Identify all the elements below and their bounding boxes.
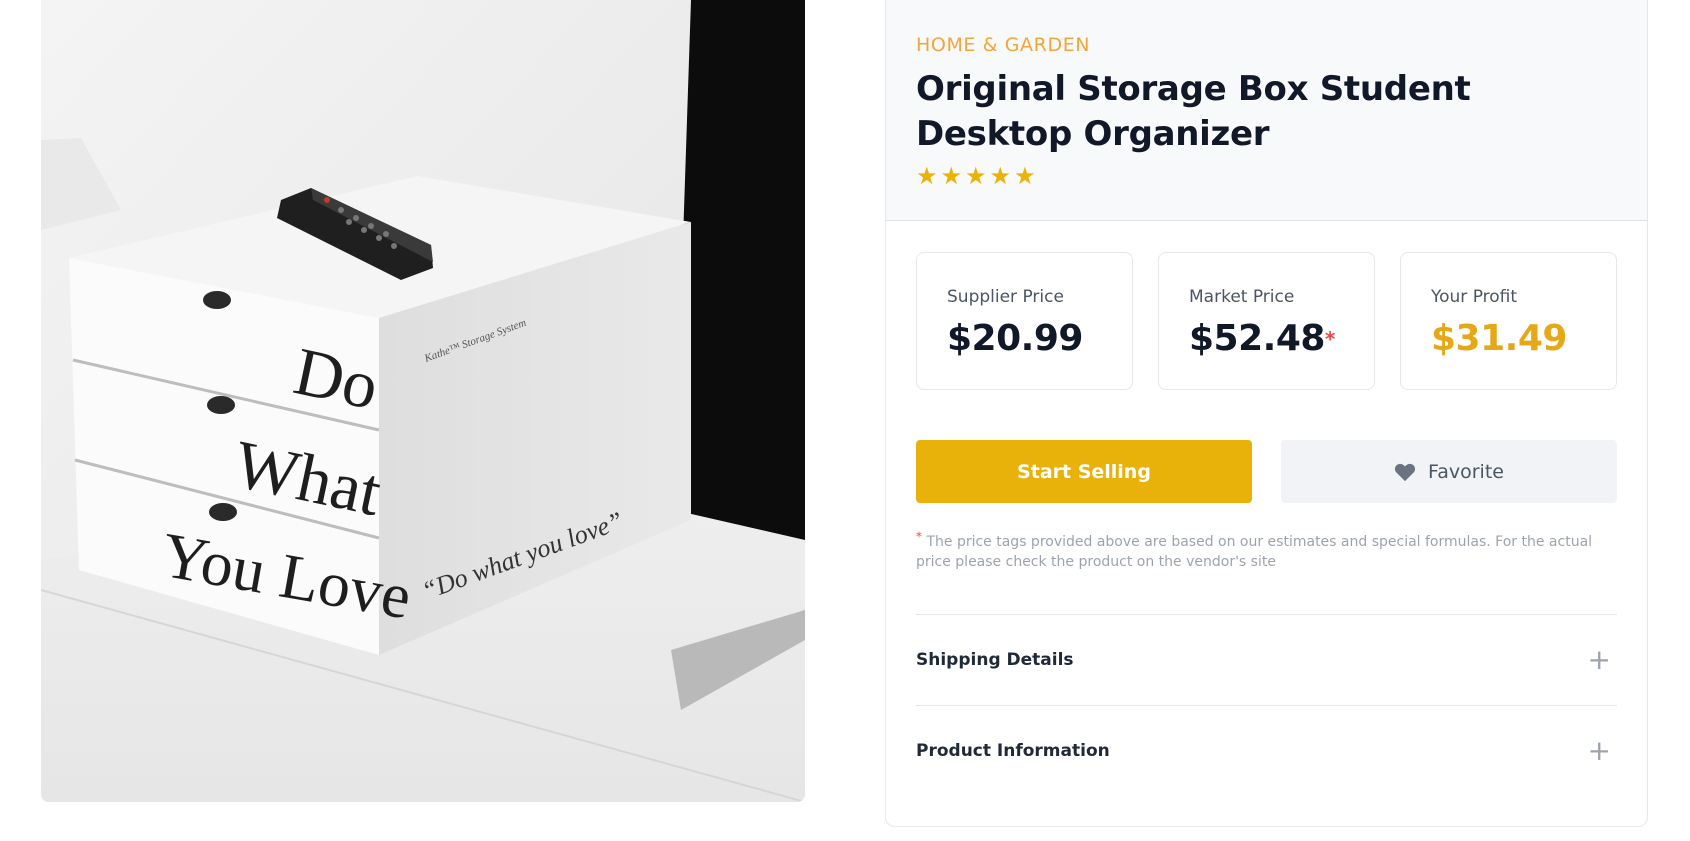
disclaimer-text: The price tags provided above are based … (916, 534, 1593, 570)
details-accordion: Shipping Details + Product Information + (916, 614, 1617, 796)
accordion-label: Shipping Details (916, 650, 1074, 670)
favorite-label: Favorite (1428, 460, 1504, 483)
product-category: HOME & GARDEN (916, 34, 1091, 56)
product-header: HOME & GARDEN Original Storage Box Stude… (886, 0, 1647, 221)
price-disclaimer: * The price tags provided above are base… (916, 529, 1617, 572)
price-value: $31.49 (1431, 318, 1616, 360)
star-icon: ★ (916, 162, 938, 190)
profit-value: $31.49 (1431, 318, 1567, 359)
star-icon: ★ (965, 162, 987, 190)
price-label: Supplier Price (947, 287, 1064, 307)
market-price-value: $52.48 (1189, 318, 1325, 359)
price-cards: Supplier Price $20.99 Market Price $52.4… (916, 252, 1617, 390)
favorite-button[interactable]: Favorite (1281, 440, 1617, 503)
product-details-panel: HOME & GARDEN Original Storage Box Stude… (885, 0, 1648, 827)
heart-icon (1394, 463, 1416, 481)
start-selling-button[interactable]: Start Selling (916, 440, 1252, 503)
plus-icon[interactable]: + (1588, 646, 1611, 674)
price-label: Market Price (1189, 287, 1295, 307)
price-value: $20.99 (947, 318, 1132, 360)
product-title: Original Storage Box Student Desktop Org… (916, 69, 1471, 154)
market-price-card: Market Price $52.48* (1158, 252, 1375, 390)
product-photo-illustration: Do What You Love “Do what you love” Kath… (41, 0, 805, 802)
supplier-price-value: $20.99 (947, 318, 1083, 359)
asterisk-marker: * (916, 529, 922, 544)
star-icon: ★ (940, 162, 963, 190)
price-value: $52.48* (1189, 318, 1374, 360)
price-label: Your Profit (1431, 287, 1518, 307)
supplier-price-card: Supplier Price $20.99 (916, 252, 1133, 390)
profit-card: Your Profit $31.49 (1400, 252, 1617, 390)
accordion-product-information[interactable]: Product Information + (916, 705, 1617, 796)
accordion-label: Product Information (916, 741, 1110, 761)
rating-stars: ★ ★ ★ ★ ★ (916, 163, 1617, 189)
plus-icon[interactable]: + (1588, 737, 1611, 765)
accordion-shipping-details[interactable]: Shipping Details + (916, 614, 1617, 705)
product-image: Do What You Love “Do what you love” Kath… (41, 0, 805, 802)
asterisk-marker: * (1324, 327, 1335, 351)
action-buttons: Start Selling Favorite (916, 440, 1617, 503)
star-icon: ★ (1014, 162, 1036, 190)
star-icon: ★ (989, 162, 1012, 190)
